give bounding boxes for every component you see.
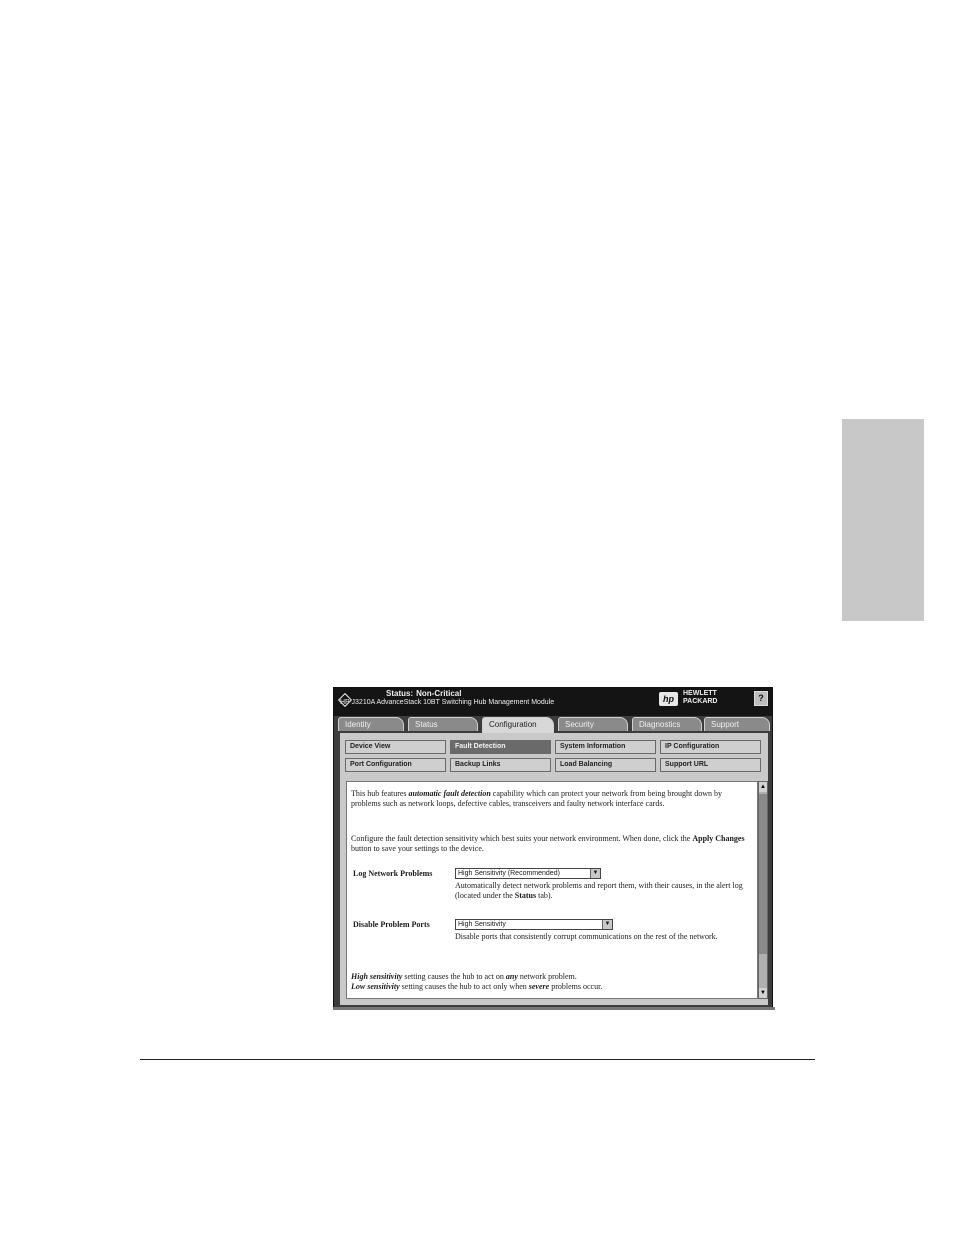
high-em: High sensitivity (351, 972, 403, 981)
brand-line-2: PACKARD (683, 698, 718, 705)
subnav-fault-detection[interactable]: Fault Detection (450, 740, 551, 754)
brand-name: HEWLETT PACKARD (683, 690, 717, 706)
tab-status[interactable]: Status (408, 717, 478, 731)
config-text-cont: button to save your settings to the devi… (351, 844, 484, 853)
log-network-problems-label: Log Network Problems (353, 869, 433, 878)
screenshot-shadow (333, 1007, 775, 1010)
low-em2: severe (528, 982, 550, 991)
disable-problem-ports-label: Disable Problem Ports (353, 920, 430, 929)
chevron-down-icon[interactable]: ▼ (590, 869, 600, 878)
subnav-system-information[interactable]: System Information (555, 740, 656, 754)
status-tab-ref: Status (514, 891, 537, 900)
brand-line-1: HEWLETT (683, 690, 717, 697)
disable-select-value: High Sensitivity (458, 921, 506, 928)
low-post: problems occur. (549, 982, 603, 991)
subnav-backup-links[interactable]: Backup Links (450, 758, 551, 772)
page-rule (140, 1059, 815, 1060)
disable-description: Disable ports that consistently corrupt … (455, 932, 718, 941)
high-post: network problem. (517, 972, 577, 981)
scrollbar-thumb[interactable] (759, 794, 767, 954)
log-network-problems-select[interactable]: High Sensitivity (Recommended) ▼ (455, 868, 601, 879)
status-line: Status: Non-Critical (386, 689, 461, 698)
product-title: HP J3210A AdvanceStack 10BT Switching Hu… (340, 699, 555, 706)
chevron-down-icon[interactable]: ▼ (602, 920, 612, 929)
config-text: Configure the fault detection sensitivit… (351, 834, 693, 843)
configuration-panel: Device View Fault Detection System Infor… (340, 733, 768, 1005)
status-label: Status: (386, 689, 414, 698)
tab-identity[interactable]: Identity (338, 717, 404, 731)
tab-diagnostics[interactable]: Diagnostics (632, 717, 702, 731)
disable-problem-ports-select[interactable]: High Sensitivity ▼ (455, 919, 613, 930)
tab-security[interactable]: Security (558, 717, 628, 731)
log-description: Automatically detect network problems an… (455, 881, 751, 901)
intro-text: This hub features (351, 789, 409, 798)
log-desc-text-cont: tab). (536, 891, 553, 900)
high-sensitivity-note: High sensitivity setting causes the hub … (351, 972, 751, 982)
hp-logo-icon: hp (659, 692, 678, 706)
tab-support[interactable]: Support (704, 717, 770, 731)
low-sensitivity-note: Low sensitivity setting causes the hub t… (351, 982, 751, 992)
tab-bar: Identity Status Configuration Security D… (338, 717, 770, 733)
low-mid: setting causes the hub to act only when (399, 982, 529, 991)
sensitivity-notes: High sensitivity setting causes the hub … (351, 972, 751, 992)
high-mid: setting causes the hub to act on (402, 972, 506, 981)
fault-detection-content: This hub features automatic fault detect… (346, 781, 758, 999)
subnav-device-view[interactable]: Device View (345, 740, 446, 754)
intro-paragraph: This hub features automatic fault detect… (351, 789, 745, 809)
help-button[interactable]: ? (754, 691, 768, 706)
low-em: Low sensitivity (351, 982, 400, 991)
config-paragraph: Configure the fault detection sensitivit… (351, 834, 751, 854)
content-scrollbar[interactable]: ▲ ▼ (758, 781, 768, 999)
arrow-up-icon[interactable]: ▲ (759, 782, 767, 792)
subnav-ip-configuration[interactable]: IP Configuration (660, 740, 761, 754)
screenshot-window: Status: Non-Critical HP J3210A AdvanceSta… (333, 687, 773, 1009)
arrow-down-icon[interactable]: ▼ (759, 988, 767, 998)
intro-emphasis: automatic fault detection (408, 789, 491, 798)
subnav-port-configuration[interactable]: Port Configuration (345, 758, 446, 772)
apply-changes-ref: Apply Changes (692, 834, 745, 843)
high-em2: any (505, 972, 518, 981)
tab-configuration[interactable]: Configuration (482, 717, 554, 733)
log-desc-text: Automatically detect network problems an… (455, 881, 743, 900)
page-edge-tab (842, 419, 924, 621)
header-bar: Status: Non-Critical HP J3210A AdvanceSta… (334, 688, 772, 716)
subnav-load-balancing[interactable]: Load Balancing (555, 758, 656, 772)
status-value: Non-Critical (416, 689, 462, 698)
log-select-value: High Sensitivity (Recommended) (458, 870, 560, 877)
subnav-support-url[interactable]: Support URL (660, 758, 761, 772)
